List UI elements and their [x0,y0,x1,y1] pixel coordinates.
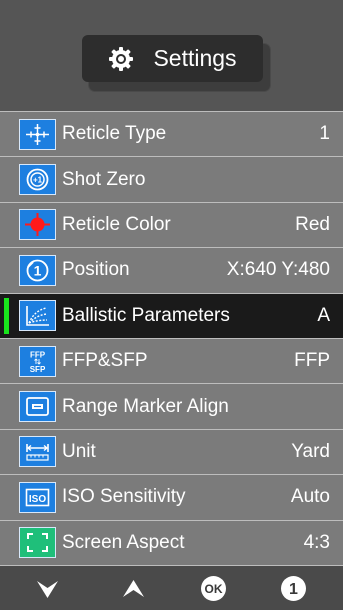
sfp-icon-text: SFP [30,365,46,374]
menu-item-label: Ballistic Parameters [62,304,230,326]
menu-item-value: Auto [290,486,330,508]
menu-item-iso-sensitivity[interactable]: ISO ISO Sensitivity Auto [0,474,343,520]
ok-icon: OK [201,576,226,601]
menu-item-range-marker-align[interactable]: Range Marker Align [0,383,343,429]
up-button[interactable] [120,575,147,602]
svg-text:1: 1 [34,262,42,278]
menu-item-screen-aspect[interactable]: Screen Aspect 4:3 [0,519,343,565]
menu-item-label: ISO Sensitivity [62,486,186,508]
ffp-sfp-icon: FFP SFP [19,345,56,377]
page-title: Settings [153,45,237,71]
settings-list: Reticle Type 1 +1 Shot Zero Reticle Colo… [0,111,343,565]
position-icon: 1 [19,254,56,286]
menu-item-ballistic-parameters[interactable]: Ballistic Parameters A [0,292,343,338]
menu-item-reticle-color[interactable]: Reticle Color Red [0,201,343,248]
menu-item-reticle-type[interactable]: Reticle Type 1 [0,111,343,157]
unit-icon [19,436,56,468]
menu-item-position[interactable]: 1 Position X:640 Y:480 [0,247,343,293]
chevron-down-icon [37,581,58,598]
menu-item-label: Shot Zero [62,168,146,190]
down-button[interactable] [34,575,61,602]
chevron-up-icon [123,580,144,597]
footer-button-bar: OK 1 [0,565,343,610]
menu-item-value: 1 [319,123,330,145]
ffp-icon-text: FFP [30,350,46,359]
menu-item-label: Range Marker Align [62,395,229,417]
menu-item-ffp-sfp[interactable]: FFP SFP FFP&SFP FFP [0,337,343,384]
gear-icon [109,46,134,71]
menu-item-label: FFP&SFP [62,350,148,372]
ok-button[interactable]: OK [200,575,227,602]
screen-aspect-icon [19,527,56,559]
number-one-icon: 1 [281,576,306,601]
menu-item-value: FFP [294,350,330,372]
svg-text:+1: +1 [33,176,43,185]
menu-item-value: X:640 Y:480 [226,259,330,281]
menu-item-label: Position [62,259,130,281]
menu-item-label: Unit [62,440,96,462]
header: Settings [0,0,343,111]
iso-icon-text: ISO [29,494,46,505]
iso-icon: ISO [19,481,56,513]
reticle-type-icon [19,118,56,150]
one-button[interactable]: 1 [280,575,307,602]
menu-item-value: Yard [291,440,330,462]
menu-item-label: Screen Aspect [62,531,185,553]
shot-zero-icon: +1 [19,164,56,196]
range-marker-icon [19,391,56,423]
menu-item-unit[interactable]: Unit Yard [0,428,343,475]
menu-item-label: Reticle Type [62,123,167,145]
menu-item-shot-zero[interactable]: +1 Shot Zero [0,156,343,202]
settings-title-button[interactable]: Settings [82,35,263,82]
menu-item-label: Reticle Color [62,213,171,235]
ballistic-parameters-icon [19,300,56,332]
menu-item-value: 4:3 [303,531,330,553]
reticle-color-icon [19,209,56,241]
ok-label: OK [205,582,223,596]
menu-item-value: A [317,304,330,326]
menu-item-value: Red [295,213,330,235]
one-label: 1 [289,581,298,598]
